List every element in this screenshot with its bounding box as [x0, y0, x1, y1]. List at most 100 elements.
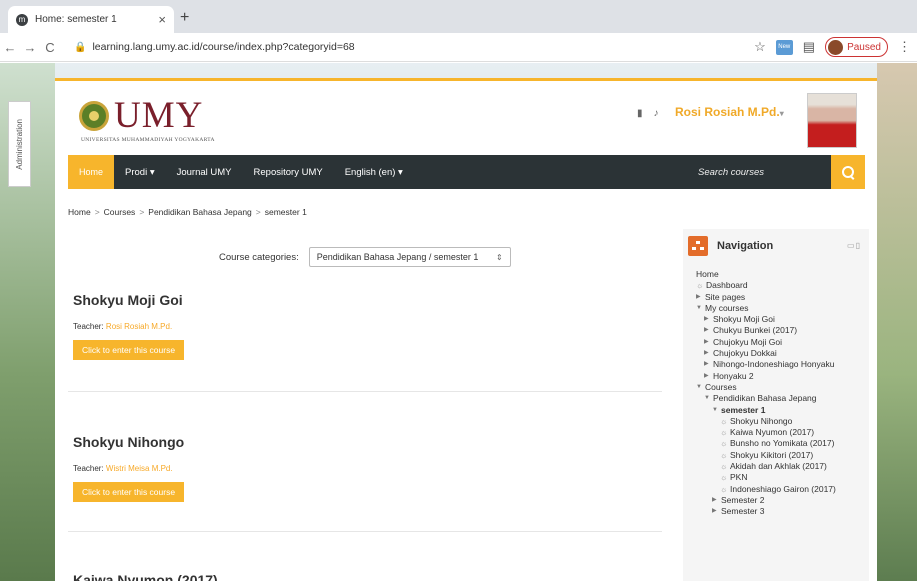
nav-tree-item[interactable]: ☼ Akidah dan Akhlak (2017): [696, 461, 836, 472]
block-controls-icon[interactable]: ▭▯: [847, 241, 861, 250]
collapsed-arrow-icon[interactable]: ▶: [712, 506, 721, 517]
profile-status: Paused: [847, 41, 881, 53]
nav-tree-label: Semester 2: [721, 494, 765, 505]
course-icon: ☼: [696, 281, 704, 291]
collapsed-arrow-icon[interactable]: ▶: [704, 348, 713, 359]
breadcrumb-courses[interactable]: Courses: [104, 207, 136, 217]
nav-tree-item[interactable]: ▶ Shokyu Moji Goi: [696, 314, 836, 325]
nav-tree-item[interactable]: ☼ PKN: [696, 472, 836, 483]
course-title[interactable]: Kaiwa Nyumon (2017): [73, 572, 218, 581]
browser-tabstrip: m Home: semester 1 × +: [0, 0, 917, 33]
user-menu-caret-icon: ▾: [779, 109, 784, 118]
nav-tree-item[interactable]: ▼ Pendidikan Bahasa Jepang: [696, 393, 836, 404]
reader-icon[interactable]: ▤: [803, 39, 815, 55]
nav-tree-item[interactable]: ▶ Nihongo-Indoneshiago Honyaku: [696, 359, 836, 370]
close-tab-icon[interactable]: ×: [158, 12, 166, 27]
notifications-bell-icon[interactable]: ♪: [654, 108, 659, 119]
administration-drawer-tab[interactable]: Administration: [8, 101, 31, 187]
lock-icon: 🔒: [74, 41, 87, 53]
nav-repository-umy[interactable]: Repository UMY: [243, 167, 334, 178]
breadcrumb-separator: >: [94, 207, 100, 217]
collapsed-arrow-icon[interactable]: ▶: [704, 359, 713, 370]
menu-kebab-icon[interactable]: ⋮: [898, 39, 911, 55]
nav-prodi[interactable]: Prodi ▾: [114, 167, 166, 178]
nav-tree-item[interactable]: ☼ Bunsho no Yomikata (2017): [696, 438, 836, 449]
expanded-arrow-icon[interactable]: ▼: [712, 405, 721, 416]
browser-toolbar: ← → C 🔒 learning.lang.umy.ac.id/course/i…: [0, 33, 917, 62]
nav-tree-label: Chujokyu Moji Goi: [713, 336, 782, 347]
search-courses-input[interactable]: Search courses: [698, 155, 835, 189]
breadcrumb-home[interactable]: Home: [68, 207, 91, 217]
nav-tree-item[interactable]: ▶ Chujokyu Moji Goi: [696, 337, 836, 348]
search-icon: [841, 165, 855, 179]
collapsed-arrow-icon[interactable]: ▶: [704, 371, 713, 382]
collapsed-arrow-icon[interactable]: ▶: [704, 337, 713, 348]
breadcrumb: Home > Courses > Pendidikan Bahasa Jepan…: [68, 207, 307, 217]
collapsed-arrow-icon[interactable]: ▶: [696, 292, 705, 303]
administration-label: Administration: [15, 118, 24, 170]
expanded-arrow-icon[interactable]: ▼: [696, 382, 705, 393]
nav-tree-item[interactable]: ▶ Site pages: [696, 292, 836, 303]
back-arrow-icon[interactable]: ←: [0, 40, 20, 55]
search-button[interactable]: [831, 155, 865, 189]
nav-tree-label: Site pages: [705, 291, 746, 302]
collapsed-arrow-icon[interactable]: ▶: [704, 325, 713, 336]
course-title[interactable]: Shokyu Nihongo: [73, 434, 184, 450]
user-avatar[interactable]: [807, 93, 857, 148]
teacher-label: Teacher:: [73, 322, 104, 331]
new-tab-button[interactable]: +: [180, 9, 189, 27]
enter-course-button[interactable]: Click to enter this course: [73, 482, 185, 502]
nav-language[interactable]: English (en) ▾: [334, 167, 414, 178]
nav-tree-label: Courses: [705, 381, 737, 392]
messages-icon[interactable]: ▮: [637, 108, 643, 119]
nav-tree-item[interactable]: ☼ Dashboard: [696, 280, 836, 291]
nav-tree-label: Shokyu Moji Goi: [713, 314, 775, 325]
forward-arrow-icon[interactable]: →: [20, 40, 40, 55]
nav-tree-label: Akidah dan Akhlak (2017): [730, 461, 827, 472]
teacher-label: Teacher:: [73, 464, 104, 473]
nav-tree-item[interactable]: ☼ Shokyu Kikitori (2017): [696, 450, 836, 461]
nav-tree-item[interactable]: ▶ Semester 3: [696, 506, 836, 517]
url-text: learning.lang.umy.ac.id/course/index.php…: [92, 41, 355, 53]
collapsed-arrow-icon[interactable]: ▶: [704, 314, 713, 325]
nav-tree-item[interactable]: ▶ Semester 2: [696, 495, 836, 506]
bookmark-star-icon[interactable]: ☆: [754, 39, 766, 55]
course-category-select[interactable]: Pendidikan Bahasa Jepang / semester 1 ⇕: [308, 247, 511, 267]
umy-logo[interactable]: UMY: [79, 94, 203, 137]
nav-tree-item[interactable]: ▼ semester 1: [696, 405, 836, 416]
nav-tree-item[interactable]: Home: [696, 269, 836, 280]
expanded-arrow-icon[interactable]: ▼: [704, 393, 713, 404]
nav-tree-label: Kaiwa Nyumon (2017): [730, 427, 815, 438]
profile-button[interactable]: Paused: [825, 37, 888, 57]
collapsed-arrow-icon[interactable]: ▶: [712, 495, 721, 506]
nav-tree-item[interactable]: ▶ Honyaku 2: [696, 371, 836, 382]
expanded-arrow-icon[interactable]: ▼: [696, 303, 705, 314]
nav-tree-item[interactable]: ▶ Chujokyu Dokkai: [696, 348, 836, 359]
nav-tree-item[interactable]: ▶ Chukyu Bunkei (2017): [696, 325, 836, 336]
teacher-link[interactable]: Rosi Rosiah M.Pd.: [106, 322, 172, 331]
select-arrows-icon: ⇕: [496, 252, 503, 262]
course-icon: ☼: [720, 416, 728, 426]
navigation-title: Navigation: [717, 240, 774, 252]
teacher-link[interactable]: Wistri Meisa M.Pd.: [106, 464, 173, 473]
course-title[interactable]: Shokyu Moji Goi: [73, 292, 184, 308]
nav-tree-label: Pendidikan Bahasa Jepang: [713, 393, 817, 404]
nav-tree-label: Semester 3: [721, 506, 765, 517]
breadcrumb-category[interactable]: Pendidikan Bahasa Jepang: [148, 207, 252, 217]
nav-tree-item[interactable]: ☼ Indoneshiago Gairon (2017): [696, 484, 836, 495]
nav-tree-label: Indoneshiago Gairon (2017): [730, 483, 836, 494]
nav-journal-umy[interactable]: Journal UMY: [166, 167, 243, 178]
nav-tree-item[interactable]: ☼ Kaiwa Nyumon (2017): [696, 427, 836, 438]
address-bar[interactable]: 🔒 learning.lang.umy.ac.id/course/index.p…: [66, 36, 726, 58]
nav-tree-item[interactable]: ☼ Shokyu Nihongo: [696, 416, 836, 427]
user-menu[interactable]: Rosi Rosiah M.Pd.▾: [675, 105, 784, 119]
browser-tab[interactable]: m Home: semester 1 ×: [8, 6, 174, 33]
main-page: UMY UNIVERSITAS MUHAMMADIYAH YOGYAKARTA …: [55, 78, 877, 581]
reload-icon[interactable]: C: [40, 40, 60, 55]
nav-tree-item[interactable]: ▼ Courses: [696, 382, 836, 393]
breadcrumb-separator: >: [139, 207, 145, 217]
extension-icon[interactable]: New: [775, 39, 793, 55]
nav-home[interactable]: Home: [68, 155, 115, 189]
enter-course-button[interactable]: Click to enter this course: [73, 340, 185, 360]
nav-tree-item[interactable]: ▼ My courses: [696, 303, 836, 314]
